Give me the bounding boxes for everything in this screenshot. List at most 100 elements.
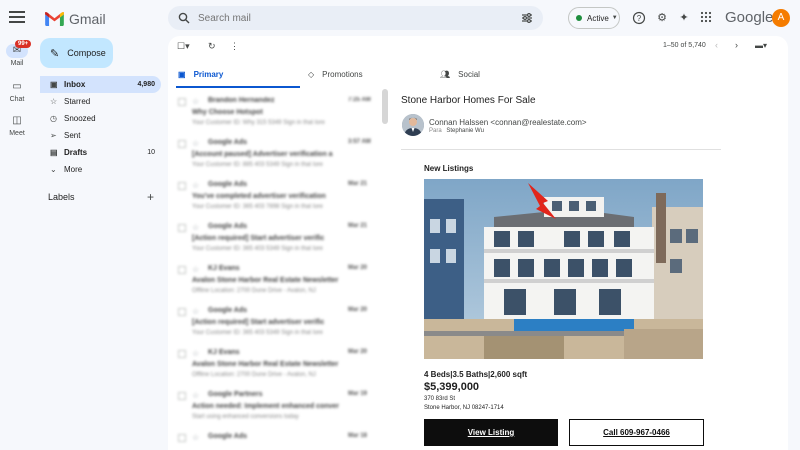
apps-grid-icon[interactable] [699,11,713,25]
star-icon: ☆ [50,97,58,106]
star-icon[interactable]: ☆ [192,265,199,274]
row-checkbox[interactable] [178,392,186,400]
people-icon: 👥︎ [440,69,451,79]
listing-price: $5,399,000 [424,381,480,393]
row-checkbox[interactable] [178,308,186,316]
gmail-logo[interactable]: Gmail [45,9,106,29]
help-icon[interactable]: ? [632,11,646,25]
gemini-sparkle-icon[interactable]: ✦ [677,11,691,25]
call-agent-button[interactable]: Call 609-967-0466 [569,419,704,446]
star-icon[interactable]: ☆ [192,433,199,442]
star-icon[interactable]: ☆ [192,223,199,232]
inbox-icon: ▣ [178,69,186,79]
row-checkbox[interactable] [178,350,186,358]
email-date: Mar 21 [348,181,368,187]
list-scrollbar[interactable] [382,89,388,124]
rail-item-mail[interactable]: ✉ 99+ Mail [0,40,34,67]
older-chevron-icon[interactable]: › [735,40,738,50]
pencil-icon: ✎ [50,47,60,60]
status-selector[interactable]: Active ▼ [568,7,620,29]
tab-social[interactable]: 👥︎ Social [440,60,480,88]
section-title: New Listings [424,164,474,173]
sidebar-item-drafts[interactable]: ▤ Drafts 10 [40,144,161,161]
sender-name: Connan Halssen [429,118,489,127]
sidebar-item-snoozed[interactable]: ◷ Snoozed [40,110,161,127]
email-date: Mar 20 [348,265,368,271]
main-panel: ☐▾ ↻ ⋮ 1–50 of 5,740 ‹ › ▬▾ ▣ Primary ◇ … [168,36,788,450]
email-row[interactable]: ☆ Google Ads Mar 21 You've completed advert… [168,176,388,218]
email-row[interactable]: ☆ Google Ads 3:57 AM [Account paused] Adver… [168,134,388,176]
email-snippet: Offline Location: 2700 Dune Drive - Aval… [192,288,316,294]
star-icon[interactable]: ☆ [192,307,199,316]
sidebar-item-label: More [64,165,83,174]
email-row[interactable]: ☆ Google Ads Mar 20 [Action required] Start… [168,302,388,344]
tab-label: Promotions [322,69,363,79]
row-checkbox[interactable] [178,266,186,274]
inbox-tabs: ▣ Primary ◇ Promotions 👥︎ Social [168,60,788,88]
email-row[interactable]: ☆ KJ Evans Mar 20 Avalon Stone Harbor Real … [168,344,388,386]
more-vert-icon[interactable]: ⋮ [230,41,239,52]
google-logo[interactable]: Google [725,9,773,26]
sidebar-item-inbox[interactable]: ▣ Inbox 4,980 [40,76,161,93]
unread-badge: 99+ [15,40,32,48]
star-icon[interactable]: ☆ [192,349,199,358]
select-all-checkbox[interactable]: ☐▾ [177,41,190,52]
sender-avatar[interactable] [402,114,424,136]
email-subject: [Action required] Start advertiser verif… [192,319,325,326]
add-label-icon[interactable]: + [147,190,154,204]
sidebar-item-label: Sent [64,131,81,140]
sidebar-item-sent[interactable]: ➢ Sent [40,127,161,144]
search-icon[interactable] [178,12,190,24]
email-date: 3:57 AM [348,139,371,145]
email-date: Mar 18 [348,433,368,439]
row-checkbox[interactable] [178,182,186,190]
rail-item-label: Chat [9,96,25,103]
star-icon[interactable]: ☆ [192,139,199,148]
sidebar-item-label: Starred [64,97,91,106]
email-subject: Avalon Stone Harbor Real Estate Newslett… [192,361,339,368]
compose-label: Compose [67,48,106,58]
gear-icon[interactable]: ⚙ [655,11,669,25]
email-snippet: Your Customer ID: Why 315 5349 Sign in t… [192,120,325,126]
email-row[interactable]: ☆ Brandon Hernandez 7:25 AM Why Choose Hots… [168,92,388,134]
tab-primary[interactable]: ▣ Primary [175,60,301,88]
sidebar-item-label: Inbox [64,80,86,89]
star-icon[interactable]: ☆ [192,391,199,400]
email-row[interactable]: ☆ KJ Evans Mar 20 Avalon Stone Harbor Real … [168,260,388,302]
row-checkbox[interactable] [178,434,186,442]
sidebar-item-more[interactable]: ⌄ More [40,161,161,178]
email-sender: Google Ads [208,181,248,188]
inbox-count: 4,980 [137,81,155,88]
recipient-label: Para [429,128,442,134]
email-row[interactable]: ☆ Google Ads Mar 21 [Action required] Start… [168,218,388,260]
row-checkbox[interactable] [178,98,186,106]
newer-chevron-icon[interactable]: ‹ [715,40,718,50]
tab-label: Social [458,69,480,79]
star-icon[interactable]: ☆ [192,97,199,106]
app-name: Gmail [69,11,106,27]
email-row[interactable]: ☆ Google Partners Mar 19 Action needed: Imp… [168,386,388,428]
star-icon[interactable]: ☆ [192,181,199,190]
refresh-icon[interactable]: ↻ [208,41,216,52]
account-avatar[interactable]: A [772,9,790,27]
email-sender: Google Ads [208,433,248,440]
compose-button[interactable]: ✎ Compose [40,38,113,68]
email-date: Mar 19 [348,391,368,397]
listing-photo[interactable] [424,179,703,359]
view-options-icon[interactable]: ▬▾ [755,41,767,50]
search-input[interactable] [198,12,521,24]
row-checkbox[interactable] [178,140,186,148]
email-row[interactable]: ☆ Google Ads Mar 18 [168,428,388,450]
rail-item-meet[interactable]: ◫ Meet [0,114,34,137]
rail-item-chat[interactable]: ▭ Chat [0,80,34,103]
search-options-icon[interactable] [521,12,533,24]
view-listing-button[interactable]: View Listing [424,419,558,446]
tab-promotions[interactable]: ◇ Promotions [308,60,363,88]
sidebar-item-starred[interactable]: ☆ Starred [40,93,161,110]
main-menu-icon[interactable] [9,11,25,25]
row-checkbox[interactable] [178,224,186,232]
rail-item-label: Mail [10,60,24,67]
status-label: Active [587,13,609,23]
email-subject: [Account paused] Advertiser verification… [192,151,333,158]
search-bar[interactable] [168,6,543,30]
